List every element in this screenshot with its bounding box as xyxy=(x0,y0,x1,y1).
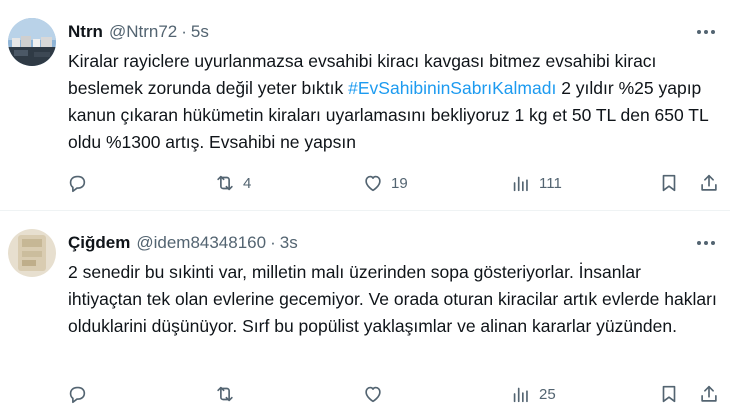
user-handle[interactable]: @idem84348160 xyxy=(136,233,266,253)
like-icon xyxy=(365,386,381,403)
hashtag-link[interactable]: #EvSahibininSabrıKalmadı xyxy=(348,78,556,98)
bookmark-button[interactable] xyxy=(658,168,680,198)
like-icon xyxy=(365,175,381,192)
tweet-1[interactable]: Ntrn @Ntrn72 · 5s Kiralar rayiclere uyur… xyxy=(0,0,730,210)
views-button[interactable]: 111 xyxy=(510,168,562,198)
retweet-count: 4 xyxy=(243,174,252,192)
like-count: 19 xyxy=(391,174,408,192)
action-bar: 4 19 111 xyxy=(60,168,722,198)
retweet-button[interactable] xyxy=(214,379,243,409)
views-icon xyxy=(513,176,528,192)
share-button[interactable] xyxy=(698,168,720,198)
bookmark-icon xyxy=(662,385,676,403)
tweet-text: Kiralar rayiclere uyurlanmazsa evsahibi … xyxy=(68,48,718,156)
user-handle[interactable]: @Ntrn72 xyxy=(109,22,177,42)
avatar[interactable] xyxy=(8,18,56,66)
views-icon xyxy=(513,387,528,403)
view-count: 111 xyxy=(539,174,562,192)
tweet-header: Çiğdem @idem84348160 · 3s xyxy=(68,231,720,255)
tweet-text: 2 senedir bu sıkinti var, milletin malı … xyxy=(68,262,717,336)
more-icon[interactable] xyxy=(692,20,720,44)
avatar[interactable] xyxy=(8,229,56,277)
display-name[interactable]: Ntrn xyxy=(68,22,103,42)
share-button[interactable] xyxy=(698,379,720,409)
timestamp[interactable]: 3s xyxy=(280,233,298,253)
retweet-icon xyxy=(217,386,233,402)
separator-dot: · xyxy=(270,233,276,252)
share-icon xyxy=(701,385,717,402)
tweet-2[interactable]: Çiğdem @idem84348160 · 3s 2 senedir bu s… xyxy=(0,210,730,420)
bookmark-icon xyxy=(662,174,676,192)
view-count: 25 xyxy=(539,385,556,403)
reply-icon xyxy=(69,175,86,193)
reply-button[interactable] xyxy=(66,379,95,409)
views-button[interactable]: 25 xyxy=(510,379,556,409)
action-bar: 25 xyxy=(60,379,722,409)
retweet-button[interactable]: 4 xyxy=(214,168,251,198)
more-icon[interactable] xyxy=(692,231,720,255)
like-button[interactable]: 19 xyxy=(362,168,408,198)
separator-dot: · xyxy=(181,22,187,41)
reply-icon xyxy=(69,386,86,404)
like-button[interactable] xyxy=(362,379,391,409)
tweet-header: Ntrn @Ntrn72 · 5s xyxy=(68,20,720,44)
reply-button[interactable] xyxy=(66,168,95,198)
share-icon xyxy=(701,174,717,191)
bookmark-button[interactable] xyxy=(658,379,680,409)
timestamp[interactable]: 5s xyxy=(191,22,209,42)
display-name[interactable]: Çiğdem xyxy=(68,233,130,253)
retweet-icon xyxy=(217,175,233,191)
